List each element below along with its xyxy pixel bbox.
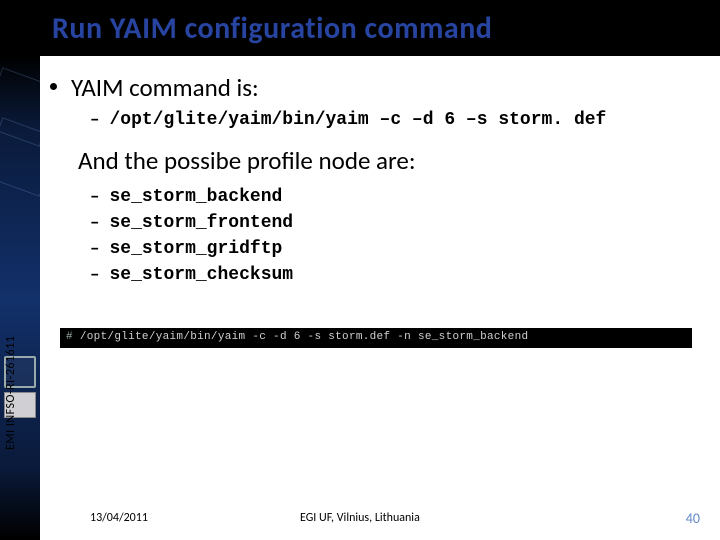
page-number: 40: [686, 510, 700, 527]
bullet-text: YAIM command is:: [71, 72, 259, 103]
content-area: YAIM command is: – /opt/glite/yaim/bin/y…: [50, 72, 700, 290]
terminal-prompt: #: [66, 331, 80, 343]
footer: 13/04/2011 EGI UF, Vilnius, Lithuania 40: [0, 506, 720, 530]
yaim-command: /opt/glite/yaim/bin/yaim –c –d 6 –s stor…: [109, 109, 606, 131]
profiles-sublist: – se_storm_backend – se_storm_frontend –…: [90, 186, 700, 286]
footer-venue: EGI UF, Vilnius, Lithuania: [300, 511, 420, 525]
command-row: – /opt/glite/yaim/bin/yaim –c –d 6 –s st…: [90, 109, 700, 131]
profile-row: – se_storm_backend: [90, 186, 700, 208]
dash-icon: –: [90, 109, 99, 131]
profile-value: se_storm_backend: [109, 186, 282, 208]
profile-row: – se_storm_gridftp: [90, 238, 700, 260]
command-sublist: – /opt/glite/yaim/bin/yaim –c –d 6 –s st…: [90, 109, 700, 131]
terminal-command: /opt/glite/yaim/bin/yaim -c -d 6 -s stor…: [80, 331, 529, 343]
slide-title: Run YAIM configuration command: [0, 10, 492, 47]
profile-value: se_storm_frontend: [109, 212, 293, 234]
profile-value: se_storm_gridftp: [109, 238, 282, 260]
profile-value: se_storm_checksum: [109, 264, 293, 286]
dash-icon: –: [90, 186, 99, 208]
side-strip: [0, 56, 40, 540]
dash-icon: –: [90, 238, 99, 260]
slide: Run YAIM configuration command EMI INFSO…: [0, 0, 720, 540]
bullet-dot-icon: [50, 83, 57, 90]
dash-icon: –: [90, 264, 99, 286]
profile-row: – se_storm_checksum: [90, 264, 700, 286]
bullet-item: YAIM command is:: [50, 72, 700, 103]
project-code-label: EMI INFSO-RI-261611: [4, 336, 18, 450]
profile-row: – se_storm_frontend: [90, 212, 700, 234]
profiles-heading: And the possibe profile node are:: [78, 145, 700, 176]
terminal-line: # /opt/glite/yaim/bin/yaim -c -d 6 -s st…: [60, 328, 692, 348]
footer-date: 13/04/2011: [90, 511, 148, 525]
dash-icon: –: [90, 212, 99, 234]
title-band: Run YAIM configuration command: [0, 0, 720, 56]
